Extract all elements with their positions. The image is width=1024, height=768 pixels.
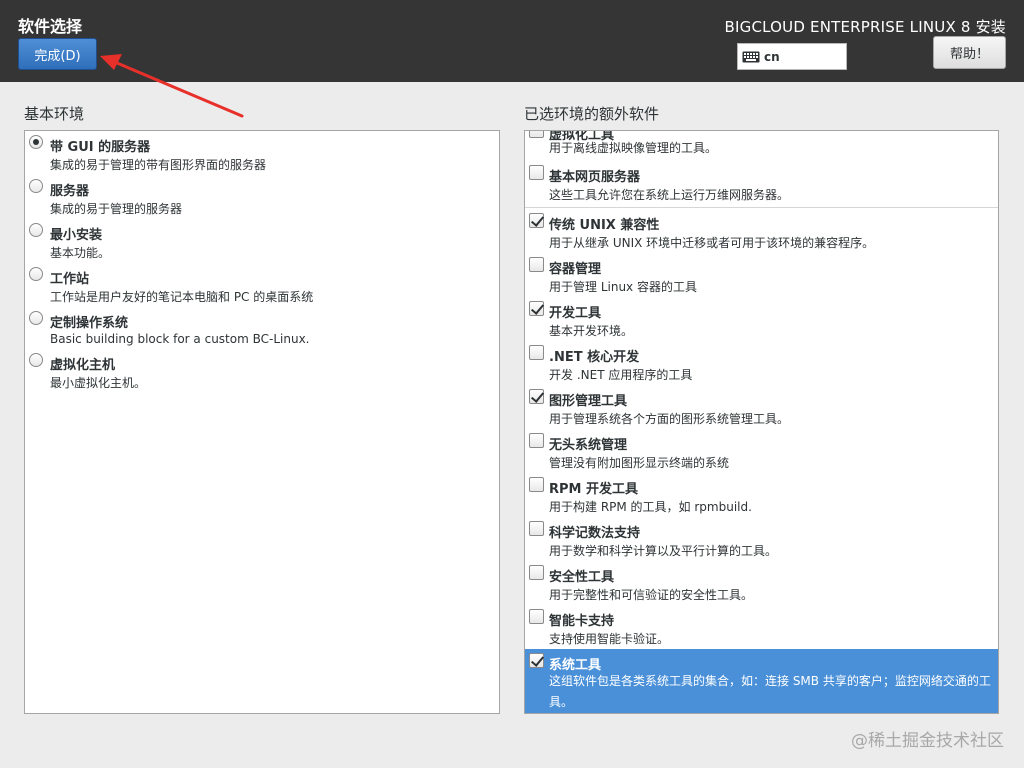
product-name: BIGCLOUD ENTERPRISE LINUX 8 安装	[724, 18, 1006, 36]
addon-item-development-tools[interactable]: 开发工具 基本开发环境。	[525, 297, 998, 341]
addon-item-name: 开发工具	[549, 306, 602, 321]
addon-item-name: 图形管理工具	[549, 394, 628, 409]
env-item-server[interactable]: 服务器 集成的易于管理的服务器	[25, 175, 499, 219]
base-environment-title: 基本环境	[24, 105, 85, 123]
env-item-custom-os[interactable]: 定制操作系统 Basic building block for a custom…	[25, 307, 499, 351]
env-item-name: 定制操作系统	[50, 316, 129, 331]
addon-item-system-tools[interactable]: 系统工具 这组软件包是各类系统工具的集合，如：连接 SMB 共享的客户；监控网络…	[525, 649, 998, 713]
env-item-minimal[interactable]: 最小安装 基本功能。	[25, 219, 499, 263]
radio-button[interactable]	[29, 223, 43, 237]
annotation-arrow-icon	[100, 54, 244, 118]
addon-item-desc: 用于管理系统各个方面的图形系统管理工具。	[549, 412, 790, 426]
checkbox[interactable]	[529, 389, 544, 404]
group-separator	[525, 207, 998, 208]
addon-item-dotnet-core[interactable]: .NET 核心开发 开发 .NET 应用程序的工具	[525, 341, 998, 385]
addon-item-name: 科学记数法支持	[549, 526, 641, 541]
radio-button[interactable]	[29, 135, 43, 149]
addon-item-desc: 用于数学和科学计算以及平行计算的工具。	[549, 544, 778, 558]
env-item-desc: 工作站是用户友好的笔记本电脑和 PC 的桌面系统	[50, 290, 314, 304]
addon-item-name: RPM 开发工具	[549, 482, 639, 497]
base-environment-list: 带 GUI 的服务器 集成的易于管理的带有图形界面的服务器 服务器 集成的易于管…	[24, 130, 500, 714]
env-item-name: 工作站	[50, 272, 90, 287]
checkbox[interactable]	[529, 433, 544, 448]
addon-item-name: 安全性工具	[549, 570, 615, 585]
done-button[interactable]: 完成(D)	[18, 38, 97, 70]
checkbox[interactable]	[529, 345, 544, 360]
addon-item-name: 容器管理	[549, 262, 602, 277]
addon-item-headless-management[interactable]: 无头系统管理 管理没有附加图形显示终端的系统	[525, 429, 998, 473]
checkbox[interactable]	[529, 165, 544, 180]
radio-button[interactable]	[29, 311, 43, 325]
addon-item-security-tools[interactable]: 安全性工具 用于完整性和可信验证的安全性工具。	[525, 561, 998, 605]
addon-item-name: 传统 UNIX 兼容性	[549, 218, 660, 233]
addon-item-container-management[interactable]: 容器管理 用于管理 Linux 容器的工具	[525, 253, 998, 297]
addon-item-rpm-development-tools[interactable]: RPM 开发工具 用于构建 RPM 的工具，如 rpmbuild.	[525, 473, 998, 517]
addon-item-virtualization-tools[interactable]: 虚拟化工具 用于离线虚拟映像管理的工具。	[525, 131, 998, 163]
page-title: 软件选择	[18, 17, 83, 36]
addon-item-scientific-support[interactable]: 科学记数法支持 用于数学和科学计算以及平行计算的工具。	[525, 517, 998, 561]
checkbox[interactable]	[529, 301, 544, 316]
keyboard-layout-indicator[interactable]: cn	[737, 43, 847, 70]
env-item-name: 带 GUI 的服务器	[50, 140, 151, 155]
env-item-desc: 集成的易于管理的服务器	[50, 202, 183, 216]
env-item-name: 虚拟化主机	[50, 358, 116, 373]
addon-item-name: 基本网页服务器	[549, 170, 641, 185]
addon-item-desc: 用于完整性和可信验证的安全性工具。	[549, 588, 754, 602]
checkbox[interactable]	[529, 565, 544, 580]
addon-item-desc: 这组软件包是各类系统工具的集合，如：连接 SMB 共享的客户；监控网络交通的工具…	[549, 674, 991, 709]
env-item-desc: 集成的易于管理的带有图形界面的服务器	[50, 158, 267, 172]
addons-title: 已选环境的额外软件	[524, 105, 660, 123]
checkbox[interactable]	[529, 653, 544, 668]
checkbox[interactable]	[529, 131, 544, 138]
addon-item-graphical-admin-tools[interactable]: 图形管理工具 用于管理系统各个方面的图形系统管理工具。	[525, 385, 998, 429]
keyboard-icon	[742, 51, 760, 62]
addon-item-desc: 支持使用智能卡验证。	[549, 632, 670, 646]
checkbox[interactable]	[529, 521, 544, 536]
addon-item-web-server[interactable]: 基本网页服务器 这些工具允许您在系统上运行万维网服务器。	[525, 161, 998, 205]
keyboard-layout-label: cn	[764, 49, 780, 64]
env-item-name: 服务器	[50, 184, 90, 199]
help-button[interactable]: 帮助！	[933, 36, 1006, 69]
radio-button[interactable]	[29, 267, 43, 281]
addon-item-legacy-unix[interactable]: 传统 UNIX 兼容性 用于从继承 UNIX 环境中迁移或者可用于该环境的兼容程…	[525, 209, 998, 253]
addon-item-desc: 用于离线虚拟映像管理的工具。	[549, 141, 718, 155]
addon-item-desc: 用于构建 RPM 的工具，如 rpmbuild.	[549, 500, 752, 514]
addon-item-desc: 基本开发环境。	[549, 324, 634, 338]
checkbox[interactable]	[529, 477, 544, 492]
env-item-desc: 最小虚拟化主机。	[50, 376, 147, 390]
env-item-server-gui[interactable]: 带 GUI 的服务器 集成的易于管理的带有图形界面的服务器	[25, 131, 499, 175]
watermark: @稀土掘金技术社区	[851, 731, 1004, 751]
addon-item-name: 智能卡支持	[549, 614, 615, 629]
env-item-name: 最小安装	[50, 228, 103, 243]
checkbox[interactable]	[529, 609, 544, 624]
addon-item-desc: 开发 .NET 应用程序的工具	[549, 368, 693, 382]
addon-item-desc: 管理没有附加图形显示终端的系统	[549, 456, 730, 470]
checkbox[interactable]	[529, 257, 544, 272]
addon-item-name: .NET 核心开发	[549, 350, 640, 365]
addon-item-name: 无头系统管理	[549, 438, 628, 453]
addon-item-desc: 用于从继承 UNIX 环境中迁移或者可用于该环境的兼容程序。	[549, 236, 875, 250]
env-item-desc: Basic building block for a custom BC-Lin…	[50, 332, 310, 346]
addons-list[interactable]: 虚拟化工具 用于离线虚拟映像管理的工具。 基本网页服务器 这些工具允许您在系统上…	[524, 130, 999, 714]
addon-item-smart-card-support[interactable]: 智能卡支持 支持使用智能卡验证。	[525, 605, 998, 649]
addon-item-desc: 用于管理 Linux 容器的工具	[549, 280, 697, 294]
radio-button[interactable]	[29, 353, 43, 367]
addon-item-desc: 这些工具允许您在系统上运行万维网服务器。	[549, 188, 790, 202]
env-item-virtualization-host[interactable]: 虚拟化主机 最小虚拟化主机。	[25, 349, 499, 393]
checkbox[interactable]	[529, 213, 544, 228]
env-item-workstation[interactable]: 工作站 工作站是用户友好的笔记本电脑和 PC 的桌面系统	[25, 263, 499, 307]
env-item-desc: 基本功能。	[50, 246, 111, 260]
radio-button[interactable]	[29, 179, 43, 193]
